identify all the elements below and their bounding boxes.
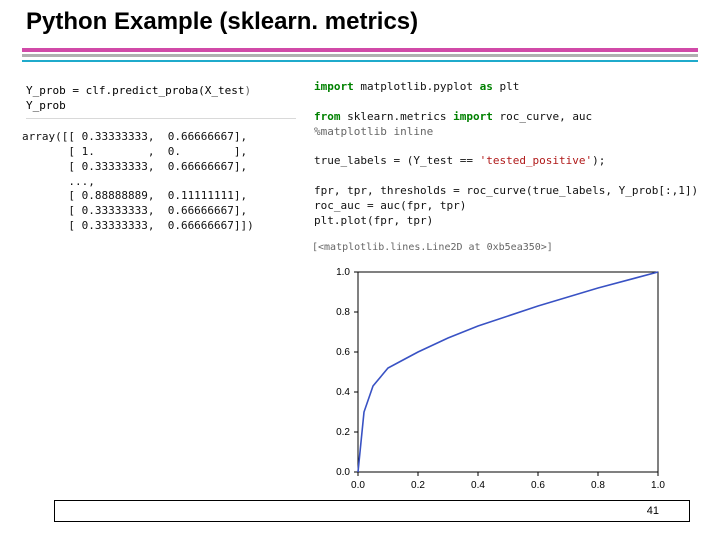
code-text: true_labels = (Y_test == [314, 154, 480, 167]
code-cell-right: import matplotlib.pyplot as plt from skl… [314, 80, 698, 228]
output-line: [ 0.88888889, 0.11111111], [22, 189, 247, 202]
divider-pink [22, 48, 698, 52]
svg-text:0.6: 0.6 [531, 480, 545, 491]
code-text: ) [245, 84, 252, 97]
divider-gray [22, 54, 698, 57]
code-kw: import [453, 110, 493, 123]
roc-chart: 0.0 0.2 0.4 0.6 0.8 1.0 0.0 0.2 0.4 0.6 0.8 1.0 [312, 262, 672, 500]
code-cell-left: Y_prob = clf.predict_proba(X_test) Y_pro… [26, 84, 296, 119]
svg-text:0.4: 0.4 [471, 480, 485, 491]
output-line: array([[ 0.33333333, 0.66666667], [22, 130, 247, 143]
page-title: Python Example (sklearn. metrics) [0, 0, 720, 40]
page-number: 41 [647, 505, 659, 517]
page-footer: 41 [54, 500, 690, 522]
svg-text:0.0: 0.0 [336, 467, 350, 478]
code-magic: %matplotlib inline [314, 125, 433, 138]
code-text: plt [493, 80, 520, 93]
output-line: ..., [22, 175, 95, 188]
svg-text:0.8: 0.8 [336, 307, 350, 318]
code-text: Y_prob = clf.predict_proba(X_test [26, 84, 245, 97]
code-kw: from [314, 110, 341, 123]
code-text: Y_prob [26, 99, 66, 112]
svg-text:0.4: 0.4 [336, 387, 350, 398]
code-text: matplotlib.pyplot [354, 80, 480, 93]
svg-text:0.8: 0.8 [591, 480, 605, 491]
svg-text:1.0: 1.0 [651, 480, 665, 491]
code-kw: as [480, 80, 493, 93]
svg-text:0.2: 0.2 [411, 480, 425, 491]
content-area: Y_prob = clf.predict_proba(X_test) Y_pro… [26, 78, 696, 498]
output-line: [ 0.33333333, 0.66666667], [22, 204, 247, 217]
code-text: plt.plot(fpr, tpr) [314, 214, 433, 227]
divider-cyan [22, 60, 698, 62]
svg-text:0.0: 0.0 [351, 480, 365, 491]
output-line: [ 0.33333333, 0.66666667]]) [22, 219, 254, 232]
code-text: roc_curve, auc [493, 110, 592, 123]
output-cell-plot: [<matplotlib.lines.Line2D at 0xb5ea350>] [312, 242, 553, 253]
output-cell-left: array([[ 0.33333333, 0.66666667], [ 1. ,… [22, 130, 254, 234]
svg-text:0.2: 0.2 [336, 427, 350, 438]
output-line: [ 1. , 0. ], [22, 145, 247, 158]
code-text: roc_auc = auc(fpr, tpr) [314, 199, 466, 212]
code-text: fpr, tpr, thresholds = roc_curve(true_la… [314, 184, 698, 197]
code-kw: import [314, 80, 354, 93]
code-text: sklearn.metrics [341, 110, 454, 123]
code-str: 'tested_positive' [480, 154, 593, 167]
svg-text:0.6: 0.6 [336, 347, 350, 358]
code-text: ); [592, 154, 605, 167]
svg-text:1.0: 1.0 [336, 267, 350, 278]
output-line: [ 0.33333333, 0.66666667], [22, 160, 247, 173]
